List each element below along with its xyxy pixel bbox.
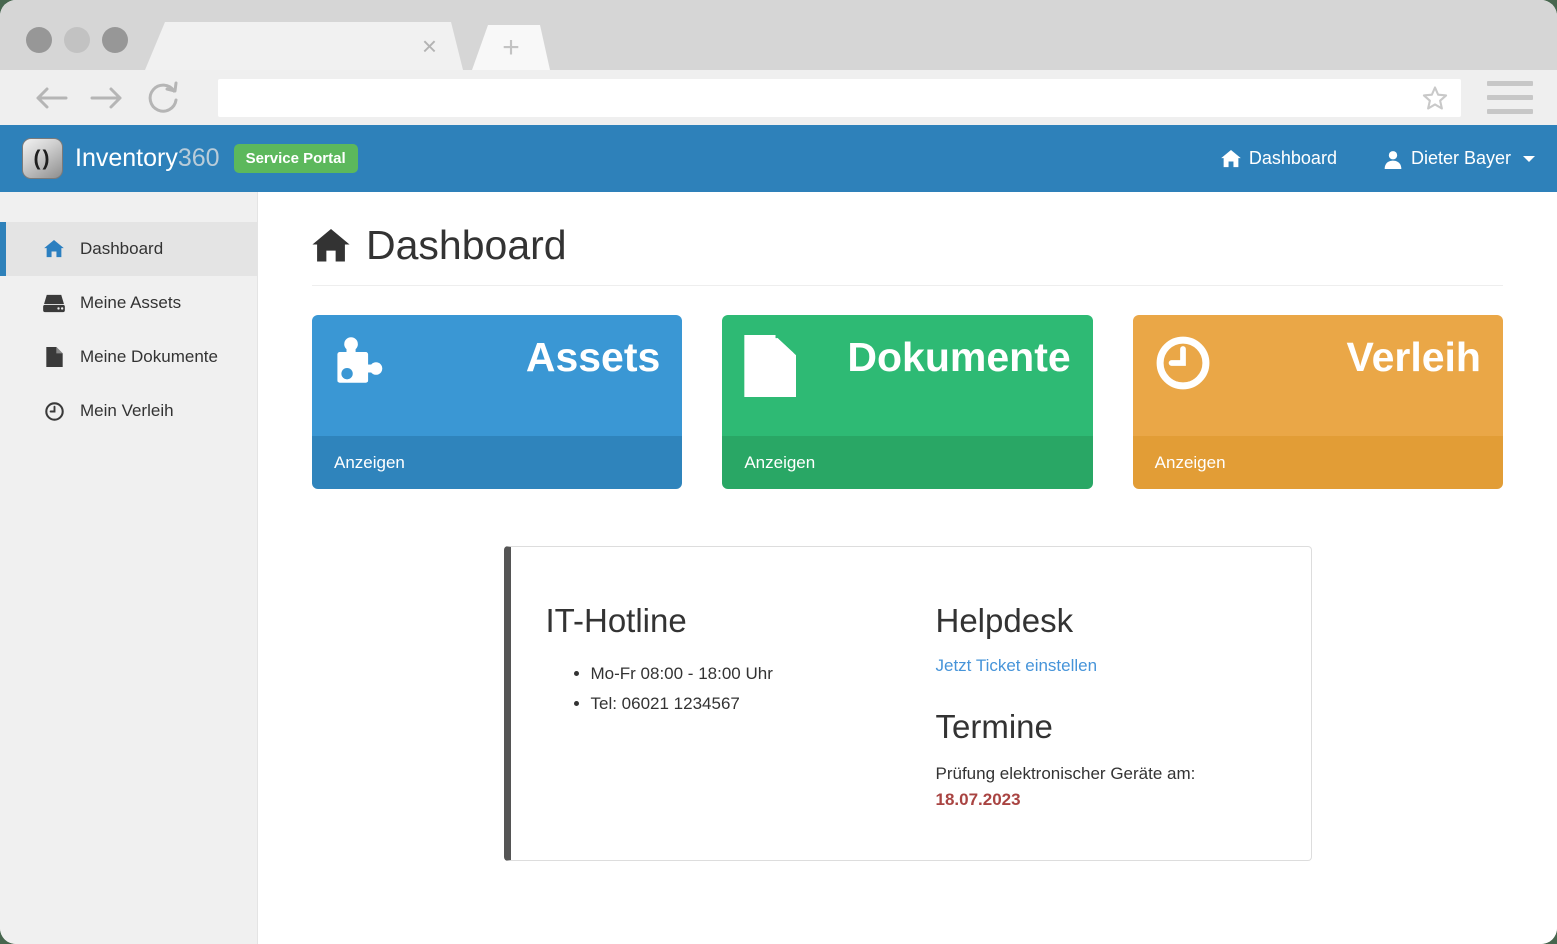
browser-toolbar bbox=[0, 70, 1557, 125]
page-title-text: Dashboard bbox=[366, 222, 567, 269]
sidebar-item-label: Meine Dokumente bbox=[80, 347, 218, 367]
home-icon bbox=[43, 240, 65, 258]
hotline-list: Mo-Fr 08:00 - 18:00 Uhr Tel: 06021 12345… bbox=[591, 664, 936, 714]
sidebar-item-label: Meine Assets bbox=[80, 293, 181, 313]
home-icon bbox=[1221, 150, 1241, 168]
browser-menu-button[interactable] bbox=[1487, 81, 1533, 114]
window-minimize-button[interactable] bbox=[64, 27, 90, 53]
card-title: Assets bbox=[526, 335, 660, 380]
hotline-section: IT-Hotline Mo-Fr 08:00 - 18:00 Uhr Tel: … bbox=[546, 602, 936, 860]
dashboard-cards: Assets Anzeigen Dokumente Anzeigen bbox=[312, 315, 1503, 489]
navbar-dashboard-link[interactable]: Dashboard bbox=[1221, 148, 1337, 169]
tab-close-icon[interactable]: × bbox=[422, 33, 437, 59]
hotline-title: IT-Hotline bbox=[546, 602, 936, 640]
new-tab-button[interactable]: + bbox=[472, 25, 550, 70]
clock-icon bbox=[43, 402, 65, 421]
file-icon bbox=[43, 347, 65, 367]
sidebar-item-dashboard[interactable]: Dashboard bbox=[0, 222, 257, 276]
title-divider bbox=[312, 285, 1503, 286]
browser-window: × + bbox=[0, 0, 1557, 944]
sidebar-item-label: Mein Verleih bbox=[80, 401, 174, 421]
home-icon bbox=[312, 229, 350, 263]
sidebar-item-mein-verleih[interactable]: Mein Verleih bbox=[0, 384, 257, 438]
dokumente-card[interactable]: Dokumente Anzeigen bbox=[722, 315, 1092, 489]
card-title: Dokumente bbox=[847, 335, 1070, 380]
address-bar[interactable] bbox=[218, 79, 1461, 117]
user-icon bbox=[1383, 149, 1403, 169]
termine-date: 18.07.2023 bbox=[936, 790, 1271, 810]
window-maximize-button[interactable] bbox=[102, 27, 128, 53]
browser-tab[interactable]: × bbox=[145, 22, 463, 70]
file-icon bbox=[744, 335, 796, 397]
app-navbar: () Inventory360 Service Portal Dashboard… bbox=[0, 125, 1557, 192]
create-ticket-link[interactable]: Jetzt Ticket einstellen bbox=[936, 656, 1098, 676]
main-content: Dashboard Assets bbox=[258, 192, 1557, 944]
bookmark-star-icon[interactable] bbox=[1421, 84, 1449, 117]
forward-arrow-icon bbox=[90, 86, 124, 110]
helpdesk-section: Helpdesk Jetzt Ticket einstellen Termine… bbox=[936, 602, 1271, 860]
clock-icon bbox=[1155, 335, 1211, 391]
page-title: Dashboard bbox=[312, 222, 1503, 269]
service-portal-badge: Service Portal bbox=[234, 144, 358, 173]
hotline-phone: Tel: 06021 1234567 bbox=[591, 694, 936, 714]
verleih-card[interactable]: Verleih Anzeigen bbox=[1133, 315, 1503, 489]
brand-text: Inventory bbox=[75, 144, 178, 172]
back-arrow-icon bbox=[34, 86, 68, 110]
info-panel: IT-Hotline Mo-Fr 08:00 - 18:00 Uhr Tel: … bbox=[504, 546, 1312, 861]
window-close-button[interactable] bbox=[26, 27, 52, 53]
plus-icon: + bbox=[502, 33, 520, 63]
sidebar-item-meine-assets[interactable]: Meine Assets bbox=[0, 276, 257, 330]
termine-title: Termine bbox=[936, 708, 1271, 746]
hotline-hours: Mo-Fr 08:00 - 18:00 Uhr bbox=[591, 664, 936, 684]
sidebar-item-meine-dokumente[interactable]: Meine Dokumente bbox=[0, 330, 257, 384]
user-menu[interactable]: Dieter Bayer bbox=[1383, 148, 1535, 169]
helpdesk-title: Helpdesk bbox=[936, 602, 1271, 640]
browser-chrome: × + bbox=[0, 0, 1557, 70]
puzzle-icon bbox=[334, 335, 384, 385]
back-button[interactable] bbox=[34, 81, 68, 115]
termine-text: Prüfung elektronischer Geräte am: bbox=[936, 764, 1271, 784]
user-name-label: Dieter Bayer bbox=[1411, 148, 1511, 169]
brand-suffix: 360 bbox=[178, 144, 220, 172]
sidebar: Dashboard Meine Assets bbox=[0, 192, 258, 944]
assets-card[interactable]: Assets Anzeigen bbox=[312, 315, 682, 489]
card-title: Verleih bbox=[1347, 335, 1481, 380]
caret-down-icon bbox=[1523, 156, 1535, 162]
navbar-dashboard-label: Dashboard bbox=[1249, 148, 1337, 169]
sidebar-item-label: Dashboard bbox=[80, 239, 163, 259]
brand-name: Inventory360 bbox=[75, 144, 220, 173]
forward-button[interactable] bbox=[90, 81, 124, 115]
hdd-icon bbox=[43, 294, 65, 313]
reload-icon bbox=[147, 81, 179, 115]
window-controls bbox=[26, 27, 128, 53]
app-logo: () bbox=[22, 138, 63, 179]
card-action[interactable]: Anzeigen bbox=[1133, 436, 1503, 489]
reload-button[interactable] bbox=[146, 81, 180, 115]
card-action[interactable]: Anzeigen bbox=[312, 436, 682, 489]
card-action[interactable]: Anzeigen bbox=[722, 436, 1092, 489]
